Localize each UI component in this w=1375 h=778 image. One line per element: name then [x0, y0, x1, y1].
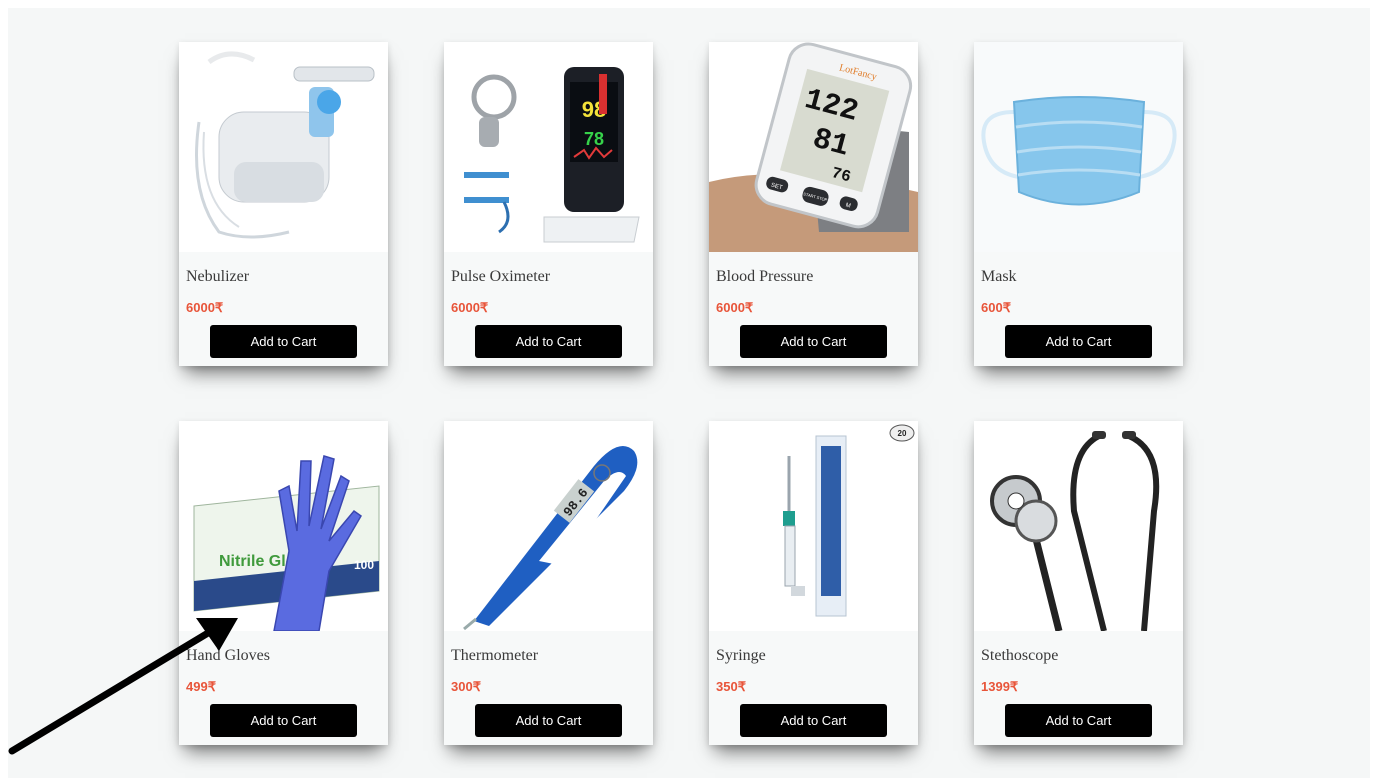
product-name: Blood Pressure — [716, 268, 814, 285]
nebulizer-icon — [179, 42, 388, 252]
blood-pressure-monitor-icon: LotFancy 122 81 76 SET START STOP M — [709, 42, 918, 252]
product-image[interactable] — [179, 42, 388, 252]
product-price: 499₹ — [186, 679, 216, 694]
add-to-cart-button[interactable]: Add to Cart — [210, 325, 357, 358]
product-card: 98 78 Pulse Oximeter 6000₹ Add to Cart — [444, 42, 653, 366]
product-card: 20 Syringe 350₹ Add to Cart — [709, 421, 918, 745]
product-name: Stethoscope — [981, 647, 1059, 664]
product-name: Syringe — [716, 647, 766, 664]
add-to-cart-button[interactable]: Add to Cart — [1005, 325, 1152, 358]
product-name: Hand Gloves — [186, 647, 270, 664]
product-price: 6000₹ — [451, 300, 489, 315]
product-image[interactable]: 98 78 — [444, 42, 653, 252]
add-to-cart-button[interactable]: Add to Cart — [740, 325, 887, 358]
pulse-readout: 78 — [584, 129, 604, 149]
syringe-icon: 20 — [709, 421, 918, 631]
product-price: 6000₹ — [716, 300, 754, 315]
product-price: 600₹ — [981, 300, 1011, 315]
thermometer-icon: 98.6 — [444, 421, 653, 631]
product-card: LotFancy 122 81 76 SET START STOP M Bloo… — [709, 42, 918, 366]
product-image[interactable] — [974, 421, 1183, 631]
product-card: Nitrile Glove 100 Hand Gloves 499₹ Add t… — [179, 421, 388, 745]
product-card: Nebulizer 6000₹ Add to Cart — [179, 42, 388, 366]
product-price: 1399₹ — [981, 679, 1019, 694]
product-card: Stethoscope 1399₹ Add to Cart — [974, 421, 1183, 745]
box-count: 100 — [354, 558, 374, 572]
nitrile-gloves-icon: Nitrile Glove 100 — [179, 421, 388, 631]
product-card: Mask 600₹ Add to Cart — [974, 42, 1183, 366]
product-price: 6000₹ — [186, 300, 224, 315]
product-name: Thermometer — [451, 647, 539, 664]
product-image[interactable]: 20 — [709, 421, 918, 631]
pack-count-badge: 20 — [898, 429, 907, 438]
product-image[interactable]: LotFancy 122 81 76 SET START STOP M — [709, 42, 918, 252]
product-name: Mask — [981, 268, 1017, 285]
add-to-cart-button[interactable]: Add to Cart — [475, 325, 622, 358]
pulse-oximeter-icon: 98 78 — [444, 42, 653, 252]
face-mask-icon — [974, 42, 1183, 252]
stethoscope-icon — [974, 421, 1183, 631]
add-to-cart-button[interactable]: Add to Cart — [1005, 704, 1152, 737]
add-to-cart-button[interactable]: Add to Cart — [475, 704, 622, 737]
product-name: Pulse Oximeter — [451, 268, 551, 285]
product-price: 350₹ — [716, 679, 746, 694]
product-grid: Nebulizer 6000₹ Add to Cart 98 78 Pulse — [179, 42, 1183, 745]
product-card: 98.6 Thermometer 300₹ Add to Cart — [444, 421, 653, 745]
product-price: 300₹ — [451, 679, 481, 694]
product-name: Nebulizer — [186, 268, 250, 285]
add-to-cart-button[interactable]: Add to Cart — [210, 704, 357, 737]
product-image[interactable] — [974, 42, 1183, 252]
product-image[interactable]: 98.6 — [444, 421, 653, 631]
add-to-cart-button[interactable]: Add to Cart — [740, 704, 887, 737]
product-image[interactable]: Nitrile Glove 100 — [179, 421, 388, 631]
